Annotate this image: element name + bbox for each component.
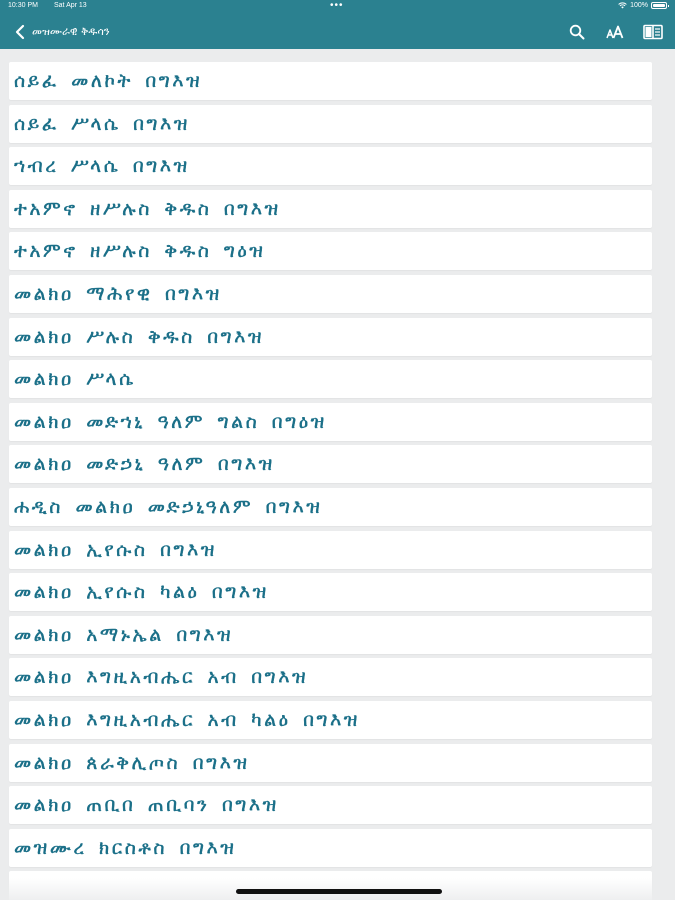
list-item[interactable]: ሰይፈ መለኮት በግእዝ [9,62,652,100]
status-bar: 10:30 PM Sat Apr 13 ••• 100% [0,0,675,15]
book-button[interactable] [643,22,663,42]
status-time: 10:30 PM [8,2,38,9]
page-title: መዝሙራዊ ቅዱሳን [32,25,110,38]
list-item[interactable]: መዝሙረ ክርስቶስ በግእዝ [9,828,652,867]
list-item[interactable]: ሐዲስ መልክዐ መድኃኒዓለም በግእዝ [9,488,652,526]
list-item[interactable]: ተአምኖ ዘሥሉስ ቅዱስ በግእዝ [9,189,652,228]
wifi-icon [618,2,627,9]
list-item-label: ሐዲስ መልክዐ መድኃኒዓለም በግእዝ [14,496,323,518]
list-item-label: ተአምኖ ዘሥሉስ ቅዱስ በግእዝ [14,197,281,220]
battery-percent: 100% [630,2,648,9]
status-indicators: 100% [618,2,669,9]
text-size-button[interactable] [605,22,625,42]
list-item[interactable]: መልክዐ እግዚአብሔር አብ ካልዕ በግእዝ [9,701,652,739]
list-item-label: መልክዐ እግዚአብሔር አብ በግእዝ [14,666,309,689]
back-button[interactable]: መዝሙራዊ ቅዱሳን [14,22,110,42]
list-item[interactable]: መልክዐ ጰራቅሊጦስ በግእዝ [9,743,652,782]
nav-actions [567,22,663,42]
list-item-label: መልክዐ ሥሉስ ቅዱስ በግእዝ [14,325,265,348]
list-item[interactable]: መልክዐ ጠቢበ ጠቢባን በግእዝ [9,786,652,825]
list-item-label: ተአምኖ ዘሥሉስ ቅዱስ ግዕዝ [14,240,266,263]
list-item[interactable]: መልክዐ አማኑኤል በግእዝ [9,615,652,654]
multitasking-dots[interactable]: ••• [330,0,344,11]
list-item-label: ኀብረ ሥላሴ በግእዝ [14,155,190,178]
list-item-label: መልክዐ ጠቢበ ጠቢባን በግእዝ [14,794,279,817]
list-item[interactable]: መልክዐ መድኀኒ ዓለም ግልስ በግዕዝ [9,402,652,441]
list-item-label: መልክዐ መድኃኒ ዓለም በግእዝ [14,453,275,476]
list-item[interactable]: መልክዐ ማሕየዊ በግእዝ [9,275,652,313]
chevron-left-icon [15,24,25,40]
list-item-label: መልክዐ አማኑኤል በግእዝ [14,623,234,646]
list-item-label: ሰይፈ መለኮት በግእዝ [14,70,203,92]
list-item[interactable]: መልክዐ ሥላሴ [9,360,652,399]
list-item[interactable]: መልክዐ እግዚአብሔር አብ በግእዝ [9,658,652,697]
list-item[interactable]: ኀብረ ሥላሴ በግእዝ [9,147,652,186]
list-item-label: ሰይፈ ሥላሴ በግእዝ [14,112,190,135]
list-item[interactable]: ሰይፈ ሥላሴ በግእዝ [9,104,652,143]
list-item[interactable]: መልክዐ ኢየሱስ ካልዕ በግእዝ [9,573,652,612]
list-item[interactable]: መልክዐ ሥሉስ ቅዱስ በግእዝ [9,317,652,356]
list-item[interactable]: ተአምኖ ዘሥሉስ ቅዱስ ግዕዝ [9,232,652,271]
app-header: 10:30 PM Sat Apr 13 ••• 100% መዝሙራዊ ቅዱሳን [0,0,675,49]
list-item[interactable]: መልክዐ መድኃኒ ዓለም በግእዝ [9,445,652,484]
status-date: Sat Apr 13 [54,2,87,9]
list-item-label: መዝሙረ ክርስቶስ በግእዝ [14,836,237,859]
battery-icon [651,2,669,9]
search-button[interactable] [567,22,587,42]
home-indicator[interactable] [236,889,442,894]
list-item-label: መልክዐ መድኀኒ ዓለም ግልስ በግዕዝ [14,410,327,433]
text-size-icon [606,25,624,39]
search-icon [569,24,585,40]
book-icon [643,24,663,40]
list-item-label: መልክዐ ማሕየዊ በግእዝ [14,283,222,305]
list-item[interactable]: መልክዐ ኢየሱስ በግእዝ [9,530,652,569]
list-item-label: መልክዐ ኢየሱስ ካልዕ በግእዝ [14,581,269,604]
nav-bar: መዝሙራዊ ቅዱሳን [0,15,675,49]
list-item-label: መልክዐ ሥላሴ [14,368,136,391]
list-item-label: መልክዐ እግዚአብሔር አብ ካልዕ በግእዝ [14,709,360,731]
list-item-label: መልክዐ ጰራቅሊጦስ በግእዝ [14,751,250,774]
content-list[interactable]: ሰይፈ መለኮት በግእዝ ሰይፈ ሥላሴ በግእዝ ኀብረ ሥላሴ በግእዝ … [0,49,675,900]
list-item-label: መልክዐ ኢየሱስ በግእዝ [14,538,217,561]
